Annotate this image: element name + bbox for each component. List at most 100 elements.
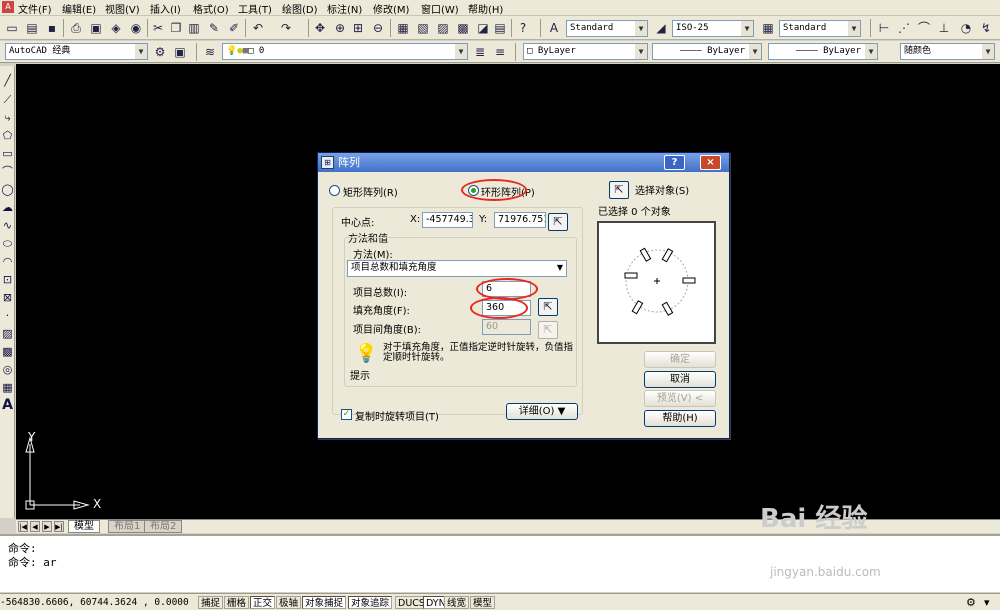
menu-dimension[interactable]: 标注(N): [327, 1, 362, 16]
communication-icon[interactable]: ⚙: [966, 596, 976, 609]
radius-dim-icon[interactable]: ◔: [958, 20, 974, 36]
center-y-input[interactable]: 71976.751: [494, 212, 546, 228]
tool-palettes-icon[interactable]: ▨: [435, 20, 451, 36]
help-button[interactable]: ?: [664, 155, 685, 170]
ordinate-dim-icon[interactable]: ⊥: [936, 20, 952, 36]
construction-line-icon[interactable]: ⟋: [1, 93, 14, 106]
point-icon[interactable]: ·: [1, 309, 14, 322]
tab-model[interactable]: 模型: [68, 520, 100, 533]
ellipse-arc-icon[interactable]: ◠: [1, 255, 14, 268]
cut-icon[interactable]: ✂: [150, 20, 166, 36]
region-icon[interactable]: ◎: [1, 363, 14, 376]
zoom-previous-icon[interactable]: ⊖: [370, 20, 386, 36]
pick-angle-between-icon[interactable]: ⇱: [538, 321, 558, 339]
osnap-toggle[interactable]: 对象捕捉: [302, 596, 347, 609]
tab-layout1[interactable]: 布局1: [108, 520, 147, 533]
menu-tools[interactable]: 工具(T): [238, 1, 272, 16]
arc-icon[interactable]: ⌒: [1, 165, 14, 178]
prev-tab-icon[interactable]: ◀: [30, 521, 40, 532]
help-icon[interactable]: ?: [515, 20, 531, 36]
properties-icon[interactable]: ▦: [395, 20, 411, 36]
arc-length-icon[interactable]: ⌒: [916, 20, 932, 36]
table-style-icon[interactable]: ▦: [760, 20, 776, 36]
close-button[interactable]: ×: [700, 155, 721, 170]
zoom-realtime-icon[interactable]: ⊕: [332, 20, 348, 36]
revision-cloud-icon[interactable]: ☁: [1, 201, 14, 214]
paste-icon[interactable]: ▥: [186, 20, 202, 36]
model-toggle[interactable]: 模型: [470, 596, 496, 609]
ortho-toggle[interactable]: 正交: [250, 596, 276, 609]
menu-format[interactable]: 格式(O): [193, 1, 229, 16]
dim-style-icon[interactable]: ◢: [653, 20, 669, 36]
make-current-icon[interactable]: ≣: [472, 44, 488, 60]
calculator-icon[interactable]: ▤: [492, 20, 508, 36]
linear-dim-icon[interactable]: ⊢: [876, 20, 892, 36]
method-select[interactable]: 项目总数和填充角度 ▼: [347, 260, 567, 277]
ellipse-icon[interactable]: ⬭: [1, 237, 14, 250]
plotstyle-select[interactable]: 随颜色 ▼: [900, 43, 995, 60]
menu-file[interactable]: 文件(F): [18, 1, 52, 16]
next-tab-icon[interactable]: ▶: [42, 521, 52, 532]
menu-window[interactable]: 窗口(W): [421, 1, 459, 16]
pick-center-icon[interactable]: ⇱: [548, 213, 568, 231]
gradient-icon[interactable]: ▩: [1, 345, 14, 358]
cancel-button[interactable]: 取消: [644, 371, 716, 388]
workspace-select[interactable]: AutoCAD 经典 ▼: [5, 43, 148, 60]
menu-insert[interactable]: 插入(I): [150, 1, 181, 16]
details-button[interactable]: 详细(O) ▼: [506, 403, 578, 420]
otrack-toggle[interactable]: 对象追踪: [348, 596, 393, 609]
ok-button[interactable]: 确定: [644, 351, 716, 368]
line-icon[interactable]: ╱: [1, 74, 14, 87]
print-icon[interactable]: ⎙: [68, 20, 84, 36]
color-select[interactable]: □ ByLayer ▼: [523, 43, 648, 60]
menu-edit[interactable]: 编辑(E): [62, 1, 96, 16]
publish-icon[interactable]: ◈: [108, 20, 124, 36]
table-style-select[interactable]: Standard ▼: [779, 20, 861, 37]
jogged-dim-icon[interactable]: ↯: [978, 20, 994, 36]
angle-between-input[interactable]: 60: [482, 319, 531, 335]
block-editor-icon[interactable]: ✐: [226, 20, 242, 36]
match-properties-icon[interactable]: ✎: [206, 20, 222, 36]
sheet-set-icon[interactable]: ▩: [455, 20, 471, 36]
polygon-icon[interactable]: ⬠: [1, 129, 14, 142]
linetype-select[interactable]: ———— ByLayer ▼: [652, 43, 762, 60]
circle-icon[interactable]: ◯: [1, 183, 14, 196]
command-window[interactable]: 命令: 命令: ar: [0, 534, 1000, 592]
workspace-settings-icon[interactable]: ⚙: [152, 44, 168, 60]
copy-icon[interactable]: ❐: [168, 20, 184, 36]
center-x-input[interactable]: -457749.3: [422, 212, 473, 228]
select-objects-icon[interactable]: ⇱: [609, 181, 629, 199]
rectangle-icon[interactable]: ▭: [1, 147, 14, 160]
lineweight-toggle[interactable]: 线宽: [444, 596, 470, 609]
undo-icon[interactable]: ↶: [250, 20, 266, 36]
design-center-icon[interactable]: ▧: [415, 20, 431, 36]
clean-screen-icon[interactable]: ▣: [172, 44, 188, 60]
aligned-dim-icon[interactable]: ⋰: [896, 20, 912, 36]
spline-icon[interactable]: ∿: [1, 219, 14, 232]
app-icon[interactable]: A: [2, 1, 14, 13]
polyline-icon[interactable]: ⤷: [1, 111, 14, 124]
rect-array-radio[interactable]: [329, 185, 340, 196]
open-icon[interactable]: ▤: [24, 20, 40, 36]
preview-button[interactable]: 预览(V) <: [644, 390, 716, 407]
polar-toggle[interactable]: 极轴: [276, 596, 302, 609]
menu-help[interactable]: 帮助(H): [468, 1, 503, 16]
save-icon[interactable]: ▪: [44, 20, 60, 36]
dim-style-select[interactable]: ISO-25 ▼: [672, 20, 754, 37]
first-tab-icon[interactable]: |◀: [18, 521, 28, 532]
pick-fill-angle-icon[interactable]: ⇱: [538, 298, 558, 316]
text-style-select[interactable]: Standard ▼: [566, 20, 648, 37]
menu-draw[interactable]: 绘图(D): [282, 1, 318, 16]
menu-modify[interactable]: 修改(M): [373, 1, 409, 16]
preview-icon[interactable]: ▣: [88, 20, 104, 36]
layer-manager-icon[interactable]: ≋: [202, 44, 218, 60]
lineweight-select[interactable]: ———— ByLayer ▼: [768, 43, 878, 60]
markup-icon[interactable]: ◪: [475, 20, 491, 36]
zoom-window-icon[interactable]: ⊞: [350, 20, 366, 36]
menu-view[interactable]: 视图(V): [105, 1, 140, 16]
layer-select[interactable]: 💡●■□ 0 ▼: [222, 43, 468, 60]
help-dialog-button[interactable]: 帮助(H): [644, 410, 716, 427]
redo-icon[interactable]: ↷: [278, 20, 294, 36]
rotate-checkbox[interactable]: ✓: [341, 409, 352, 420]
new-icon[interactable]: ▭: [4, 20, 20, 36]
